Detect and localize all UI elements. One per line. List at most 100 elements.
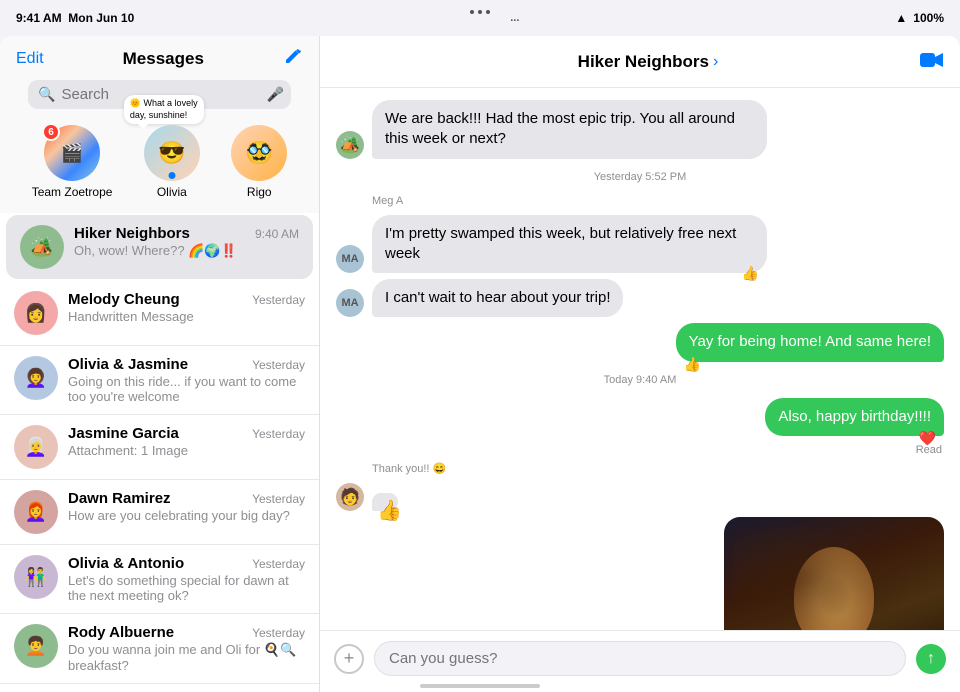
message-sender: Thank you!! 😄 bbox=[372, 462, 944, 475]
chat-input-area: + ↑ bbox=[320, 630, 960, 692]
pinned-olivia[interactable]: 🌞 What a lovelyday, sunshine! 😎 Olivia bbox=[144, 125, 200, 199]
message-bubble: Yay for being home! And same here! 👍 bbox=[676, 323, 944, 361]
pinned-contacts: 🎬 6 Team Zoetrope 🌞 What a lovelyday, su… bbox=[0, 119, 319, 213]
conv-time: Yesterday bbox=[252, 626, 305, 640]
timestamp: Today 9:40 AM bbox=[336, 374, 944, 386]
timestamp: Yesterday 5:52 PM bbox=[336, 171, 944, 183]
home-indicator bbox=[420, 684, 540, 688]
team-zoetrope-avatar: 🎬 6 bbox=[44, 125, 100, 181]
like-sticker-reaction: 👍 bbox=[377, 498, 402, 525]
app-container: Edit Messages 🔍 🎤 🎬 6 bbox=[0, 36, 960, 692]
msg-avatar: MA bbox=[336, 245, 364, 273]
edit-button[interactable]: Edit bbox=[16, 46, 44, 72]
status-indicators: ▲ 100% bbox=[895, 11, 944, 25]
conv-preview: Attachment: 1 Image bbox=[68, 443, 305, 458]
read-label: Read bbox=[336, 444, 942, 456]
chat-title-area[interactable]: Hiker Neighbors › bbox=[578, 52, 719, 72]
add-attachment-button[interactable]: + bbox=[334, 644, 364, 674]
message-bubble: We are back!!! Had the most epic trip. Y… bbox=[372, 100, 767, 159]
thumbs-up-reaction: 👍 bbox=[742, 264, 759, 283]
conv-avatar: 🧑‍🦱 bbox=[14, 624, 58, 668]
conv-content: Olivia & Antonio Yesterday Let's do some… bbox=[68, 555, 305, 603]
conv-name: Hiker Neighbors bbox=[74, 225, 190, 242]
conv-item-olivia-jasmine[interactable]: 👩‍🦱 Olivia & Jasmine Yesterday Going on … bbox=[0, 346, 319, 415]
conv-preview: Handwritten Message bbox=[68, 309, 305, 324]
conv-content: Hiker Neighbors 9:40 AM Oh, wow! Where??… bbox=[74, 225, 299, 259]
conv-item-antonio-manriquez[interactable]: 🧑 Antonio Manríquez Yesterday bbox=[0, 684, 319, 692]
conv-item-olivia-antonio[interactable]: 👫 Olivia & Antonio Yesterday Let's do so… bbox=[0, 545, 319, 614]
olivia-avatar: 😎 bbox=[144, 125, 200, 181]
status-bar: 9:41 AM Mon Jun 10 ... ▲ 100% bbox=[0, 0, 960, 36]
search-icon: 🔍 bbox=[38, 86, 55, 103]
conv-name: Rody Albuerne bbox=[68, 624, 174, 641]
wifi-icon: ▲ bbox=[895, 11, 907, 25]
conv-name: Olivia & Antonio bbox=[68, 555, 184, 572]
chat-title-chevron-icon: › bbox=[713, 53, 718, 71]
conv-preview: Do you wanna join me and Oli for 🍳🔍 brea… bbox=[68, 642, 305, 673]
message-row: Yay for being home! And same here! 👍 bbox=[336, 323, 944, 361]
compose-button[interactable] bbox=[283, 46, 303, 72]
conv-avatar: 👩‍🦰 bbox=[14, 490, 58, 534]
conv-time: 9:40 AM bbox=[255, 227, 299, 241]
message-row: Also, happy birthday!!!! ❤️ bbox=[336, 398, 944, 436]
conv-name: Olivia & Jasmine bbox=[68, 356, 188, 373]
rigo-label: Rigo bbox=[247, 185, 272, 199]
olivia-label: Olivia bbox=[157, 185, 187, 199]
team-zoetrope-label: Team Zoetrope bbox=[32, 185, 113, 199]
message-bubble: 👍 bbox=[372, 493, 398, 511]
message-input[interactable] bbox=[374, 641, 906, 676]
conv-item-melody-cheung[interactable]: 👩 Melody Cheung Yesterday Handwritten Me… bbox=[0, 281, 319, 346]
conv-content: Melody Cheung Yesterday Handwritten Mess… bbox=[68, 291, 305, 324]
conv-item-dawn-ramirez[interactable]: 👩‍🦰 Dawn Ramirez Yesterday How are you c… bbox=[0, 480, 319, 545]
left-panel: Edit Messages 🔍 🎤 🎬 6 bbox=[0, 36, 320, 692]
unread-badge: 6 bbox=[42, 123, 60, 141]
conv-name: Melody Cheung bbox=[68, 291, 180, 308]
msg-avatar: 🧑 bbox=[336, 483, 364, 511]
chat-title: Hiker Neighbors bbox=[578, 52, 709, 72]
team-zoetrope-icon: 🎬 bbox=[61, 143, 83, 164]
conv-avatar: 👩‍🦱 bbox=[14, 356, 58, 400]
conv-avatar: 👩 bbox=[14, 291, 58, 335]
messages-title: Messages bbox=[123, 49, 204, 69]
video-call-button[interactable] bbox=[920, 49, 944, 75]
conv-item-rody-albuerne[interactable]: 🧑‍🦱 Rody Albuerne Yesterday Do you wanna… bbox=[0, 614, 319, 684]
pinned-rigo[interactable]: 🥸 Rigo bbox=[231, 125, 287, 199]
mic-icon[interactable]: 🎤 bbox=[266, 86, 283, 103]
message-bubble: I'm pretty swamped this week, but relati… bbox=[372, 215, 767, 274]
rigo-avatar: 🥸 bbox=[231, 125, 287, 181]
heart-reaction: ❤️ bbox=[919, 429, 936, 448]
speech-bubble: 🌞 What a lovelyday, sunshine! bbox=[124, 95, 204, 124]
message-row: MA I can't wait to hear about your trip! bbox=[336, 279, 944, 317]
chat-messages: 🏕️ We are back!!! Had the most epic trip… bbox=[320, 88, 960, 630]
conv-preview: Oh, wow! Where?? 🌈🌍‼️ bbox=[74, 243, 299, 259]
conv-item-hiker-neighbors[interactable]: 🏕️ Hiker Neighbors 9:40 AM Oh, wow! Wher… bbox=[6, 215, 313, 279]
unread-dot bbox=[168, 172, 175, 179]
message-row: 🧑 👍 bbox=[336, 483, 944, 511]
msg-avatar: MA bbox=[336, 289, 364, 317]
status-time: 9:41 AM Mon Jun 10 bbox=[16, 11, 134, 25]
pinned-team-zoetrope[interactable]: 🎬 6 Team Zoetrope bbox=[32, 125, 113, 199]
message-bubble: Also, happy birthday!!!! ❤️ bbox=[765, 398, 944, 436]
conv-avatar: 👫 bbox=[14, 555, 58, 599]
message-row: MA I'm pretty swamped this week, but rel… bbox=[336, 215, 944, 274]
conv-time: Yesterday bbox=[252, 557, 305, 571]
conv-content: Olivia & Jasmine Yesterday Going on this… bbox=[68, 356, 305, 404]
right-panel: Hiker Neighbors › 🏕️ We are back!!! Had … bbox=[320, 36, 960, 692]
conv-time: Yesterday bbox=[252, 492, 305, 506]
thumbs-up-reaction-outgoing: 👍 bbox=[684, 355, 701, 374]
msg-avatar: 🏕️ bbox=[336, 131, 364, 159]
conv-preview: Let's do something special for dawn at t… bbox=[68, 573, 305, 603]
plus-icon: + bbox=[344, 648, 355, 669]
conv-name: Dawn Ramirez bbox=[68, 490, 171, 507]
chat-header: Hiker Neighbors › bbox=[320, 36, 960, 88]
conv-avatar: 🏕️ bbox=[20, 225, 64, 269]
send-button[interactable]: ↑ bbox=[916, 644, 946, 674]
message-row bbox=[336, 517, 944, 630]
drag-dots bbox=[470, 10, 490, 14]
message-sender: Meg A bbox=[372, 195, 944, 207]
conv-content: Jasmine Garcia Yesterday Attachment: 1 I… bbox=[68, 425, 305, 458]
conv-time: Yesterday bbox=[252, 293, 305, 307]
conv-item-jasmine-garcia[interactable]: 👩‍🦳 Jasmine Garcia Yesterday Attachment:… bbox=[0, 415, 319, 480]
message-bubble: I can't wait to hear about your trip! bbox=[372, 279, 623, 317]
conversation-list: 🏕️ Hiker Neighbors 9:40 AM Oh, wow! Wher… bbox=[0, 213, 319, 692]
